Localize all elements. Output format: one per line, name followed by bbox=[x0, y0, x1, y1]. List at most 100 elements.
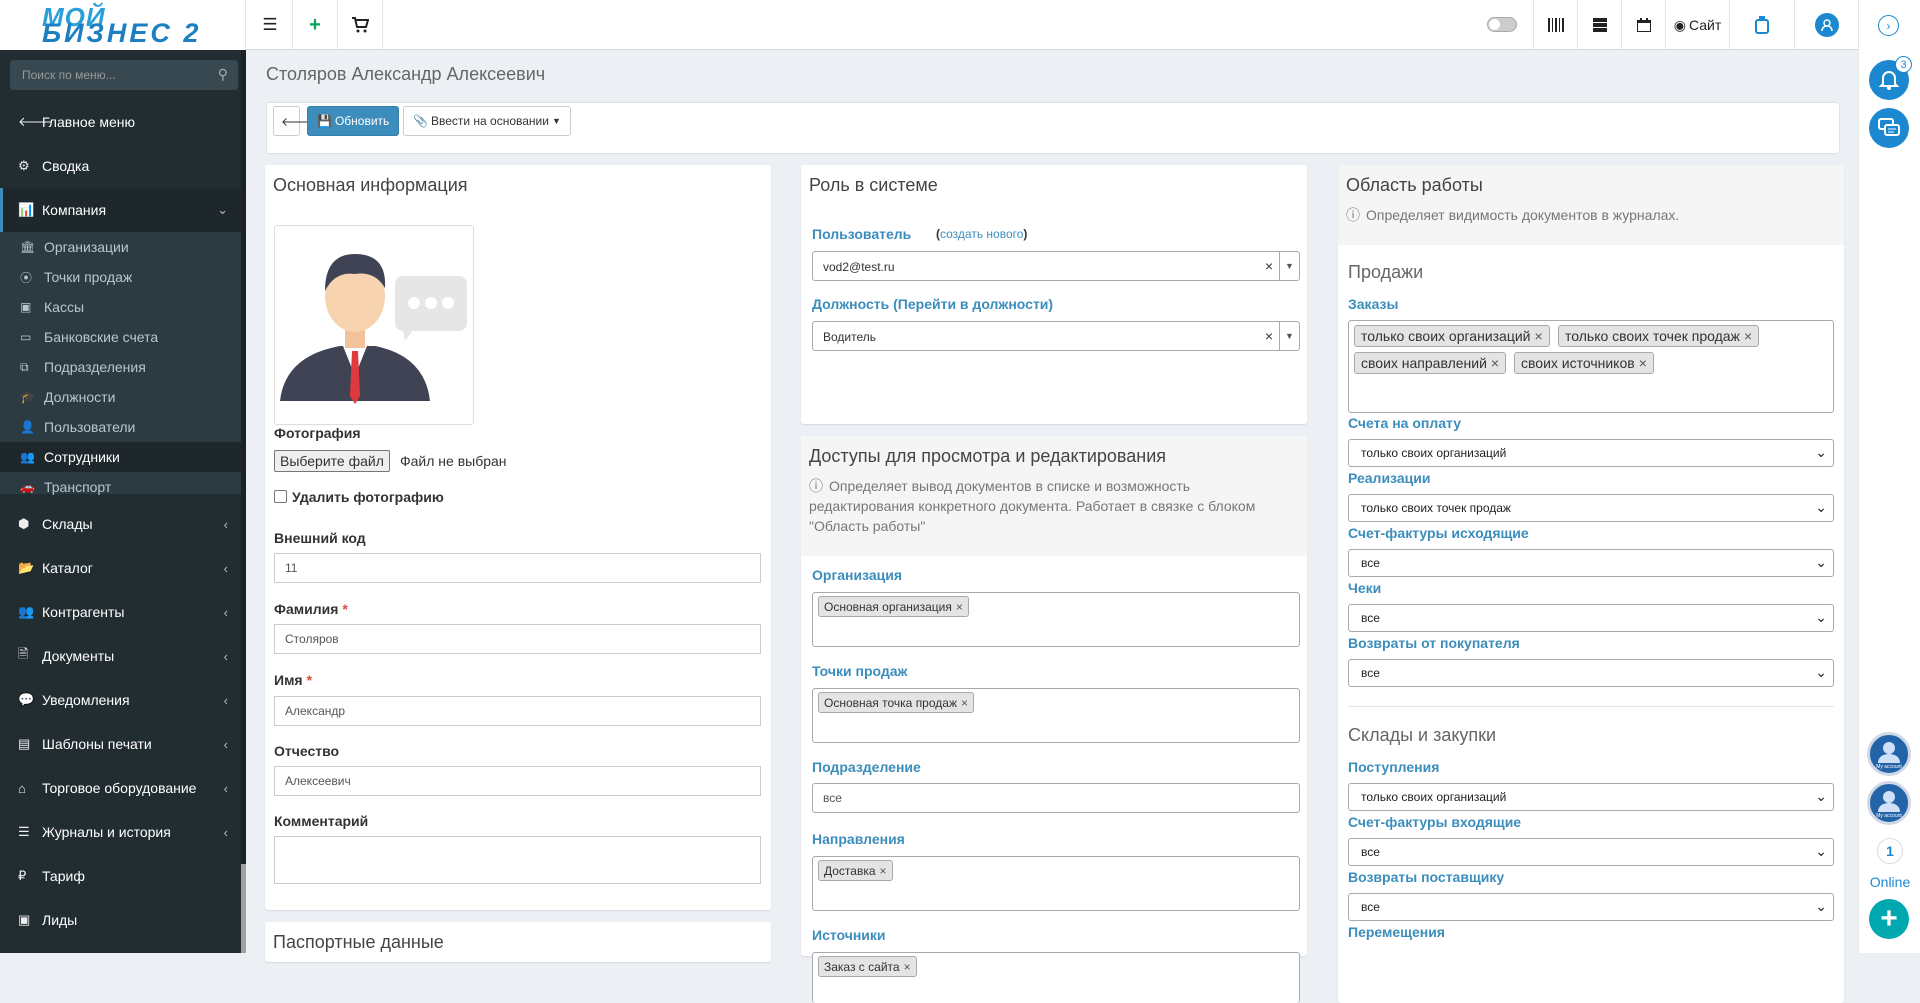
pos-multiselect[interactable]: Основная точка продаж × bbox=[812, 688, 1300, 743]
user-profile-icon[interactable] bbox=[1794, 0, 1858, 50]
clear-icon[interactable]: × bbox=[1265, 258, 1273, 274]
org-tag[interactable]: Основная организация × bbox=[818, 596, 969, 617]
orders-tag[interactable]: только своих точек продаж × bbox=[1558, 325, 1760, 347]
sidebar-item-warehouses[interactable]: ⬢ Склады ‹ bbox=[0, 502, 246, 546]
sidebar-item-journals[interactable]: ☰ Журналы и история ‹ bbox=[0, 810, 246, 854]
chevron-down-icon: ⌄ bbox=[1815, 554, 1827, 570]
dropdown-arrow-icon[interactable]: ▼ bbox=[1279, 322, 1299, 350]
role-header: Роль в системе bbox=[809, 175, 938, 195]
credit-card-icon: ▭ bbox=[20, 330, 32, 344]
org-multiselect[interactable]: Основная организация × bbox=[812, 592, 1300, 647]
invoices-select[interactable]: только своих организаций ⌄ bbox=[1348, 439, 1834, 467]
access-header: Доступы для просмотра и редактирования bbox=[809, 446, 1167, 466]
delete-photo-checkbox[interactable] bbox=[274, 490, 287, 503]
remove-tag-icon[interactable]: × bbox=[1491, 355, 1499, 371]
orders-tag[interactable]: своих направлений × bbox=[1354, 352, 1507, 374]
sidebar-sub-positions[interactable]: 🎓 Должности bbox=[0, 382, 246, 412]
last-name-input[interactable]: Столяров bbox=[274, 624, 761, 654]
target-icon: ⦿ bbox=[20, 270, 33, 285]
position-label[interactable]: Должность (Перейти в должности) bbox=[812, 296, 1053, 312]
orders-tag[interactable]: только своих организаций × bbox=[1354, 325, 1550, 347]
dir-multiselect[interactable]: Доставка × bbox=[812, 856, 1300, 911]
comment-textarea[interactable] bbox=[274, 836, 761, 884]
src-tag[interactable]: Заказ с сайта × bbox=[818, 956, 917, 977]
collapse-panel-icon[interactable]: › bbox=[1878, 15, 1899, 36]
middle-name-input[interactable]: Алексеевич bbox=[274, 766, 761, 796]
remove-tag-icon[interactable]: × bbox=[880, 864, 887, 878]
orders-tag[interactable]: своих источников × bbox=[1514, 352, 1654, 374]
first-name-input[interactable]: Александр bbox=[274, 696, 761, 726]
remove-tag-icon[interactable]: × bbox=[961, 696, 968, 710]
position-select[interactable]: Водитель × ▼ bbox=[812, 321, 1300, 351]
sf-out-select[interactable]: все ⌄ bbox=[1348, 549, 1834, 577]
theme-toggle[interactable] bbox=[1487, 17, 1517, 32]
info-icon: ⓘ bbox=[1346, 207, 1360, 223]
sidebar-sub-bank-accounts[interactable]: ▭ Банковские счета bbox=[0, 322, 246, 352]
stock-header: Склады и закупки bbox=[1348, 725, 1497, 745]
dropdown-arrow-icon[interactable]: ▼ bbox=[1279, 252, 1299, 280]
sidebar-item-tariff[interactable]: ₽ Тариф bbox=[0, 854, 246, 898]
sidebar-item-company[interactable]: 📊 Компания ⌄ bbox=[0, 188, 246, 232]
bank-icon: 🏛 bbox=[20, 240, 36, 254]
realization-select[interactable]: только своих точек продаж ⌄ bbox=[1348, 494, 1834, 522]
remove-tag-icon[interactable]: × bbox=[1535, 328, 1543, 344]
sidebar-item-leads[interactable]: ▣ Лиды bbox=[0, 898, 246, 942]
src-multiselect[interactable]: Заказ с сайта × bbox=[812, 952, 1300, 1003]
sidebar-sub-transport[interactable]: 🚗 Транспорт bbox=[0, 472, 246, 502]
calendar-icon[interactable] bbox=[1621, 0, 1665, 50]
remove-tag-icon[interactable]: × bbox=[1639, 355, 1647, 371]
remove-tag-icon[interactable]: × bbox=[1744, 328, 1752, 344]
chevron-down-icon: ⌄ bbox=[1815, 898, 1827, 914]
sidebar-sub-cashboxes[interactable]: ▣ Кассы bbox=[0, 292, 246, 322]
sidebar-sub-organizations[interactable]: 🏛 Организации bbox=[0, 232, 246, 262]
create-new-link[interactable]: создать нового bbox=[940, 227, 1023, 241]
chat-icon[interactable] bbox=[1869, 108, 1909, 148]
sidebar-item-trade-equipment[interactable]: ⌂ Торговое оборудование ‹ bbox=[0, 766, 246, 810]
dir-tag[interactable]: Доставка × bbox=[818, 860, 893, 881]
cart-icon[interactable] bbox=[338, 0, 383, 50]
back-button[interactable]: 🡐 bbox=[273, 106, 313, 136]
sidebar-sub-departments[interactable]: ⧉ Подразделения bbox=[0, 352, 246, 382]
account-avatar[interactable]: My account bbox=[1867, 732, 1911, 776]
menu-toggle-icon[interactable]: ☰ bbox=[248, 0, 293, 50]
pos-tag[interactable]: Основная точка продаж × bbox=[818, 692, 974, 713]
kassa-icon[interactable] bbox=[1729, 0, 1794, 50]
sidebar-item-documents[interactable]: 🗎 Документы ‹ bbox=[0, 634, 246, 678]
ret-sup-select[interactable]: все ⌄ bbox=[1348, 893, 1834, 921]
choose-file-button[interactable]: Выберите файл bbox=[274, 450, 390, 472]
ext-code-input[interactable]: 11 bbox=[274, 553, 761, 583]
account-avatar[interactable]: My account bbox=[1867, 781, 1911, 825]
add-widget-button[interactable]: + bbox=[1869, 899, 1909, 939]
menu-search-input[interactable]: Поиск по меню... ⚲ bbox=[10, 60, 238, 90]
dept-input[interactable]: все bbox=[812, 783, 1300, 813]
user-select[interactable]: vod2@test.ru × ▼ bbox=[812, 251, 1300, 281]
clear-icon[interactable]: × bbox=[1265, 328, 1273, 344]
site-link[interactable]: ◉ Сайт bbox=[1665, 0, 1729, 50]
barcode-icon[interactable] bbox=[1533, 0, 1577, 50]
sidebar-sub-users[interactable]: 👤 Пользователи bbox=[0, 412, 246, 442]
sidebar-item-notifications[interactable]: 💬 Уведомления ‹ bbox=[0, 678, 246, 722]
orders-multiselect[interactable]: только своих организаций × только своих т… bbox=[1348, 320, 1834, 413]
logo[interactable]: МОЙ БИЗНЕС 2 bbox=[0, 0, 246, 50]
returns-select[interactable]: все ⌄ bbox=[1348, 659, 1834, 687]
sidebar-sub-points-of-sale[interactable]: ⦿ Точки продаж bbox=[0, 262, 246, 292]
sidebar-sub-employees[interactable]: 👥 Сотрудники bbox=[0, 442, 246, 472]
sidebar-item-contractors[interactable]: 👥 Контрагенты ‹ bbox=[0, 590, 246, 634]
remove-tag-icon[interactable]: × bbox=[904, 960, 911, 974]
sidebar-item-label: Склады bbox=[42, 516, 93, 532]
remove-tag-icon[interactable]: × bbox=[956, 600, 963, 614]
required-mark: * bbox=[342, 601, 348, 617]
sidebar-item-main-menu[interactable]: 🡐 Главное меню bbox=[0, 100, 246, 144]
sidebar-item-summary[interactable]: ⚙ Сводка bbox=[0, 144, 246, 188]
search-icon[interactable]: ⚲ bbox=[218, 66, 228, 83]
sidebar-item-label: Журналы и история bbox=[42, 824, 171, 840]
refresh-button[interactable]: 💾 Обновить bbox=[307, 106, 400, 136]
sf-in-select[interactable]: все ⌄ bbox=[1348, 838, 1834, 866]
add-icon[interactable]: + bbox=[293, 0, 338, 50]
sidebar-item-catalog[interactable]: 📂 Каталог ‹ bbox=[0, 546, 246, 590]
sidebar-item-print-templates[interactable]: ▤ Шаблоны печати ‹ bbox=[0, 722, 246, 766]
server-icon[interactable] bbox=[1577, 0, 1621, 50]
receipts-select[interactable]: только своих организаций ⌄ bbox=[1348, 783, 1834, 811]
base-on-dropdown[interactable]: 📎 Ввести на основании ▼ bbox=[403, 106, 571, 136]
checks-select[interactable]: все ⌄ bbox=[1348, 604, 1834, 632]
